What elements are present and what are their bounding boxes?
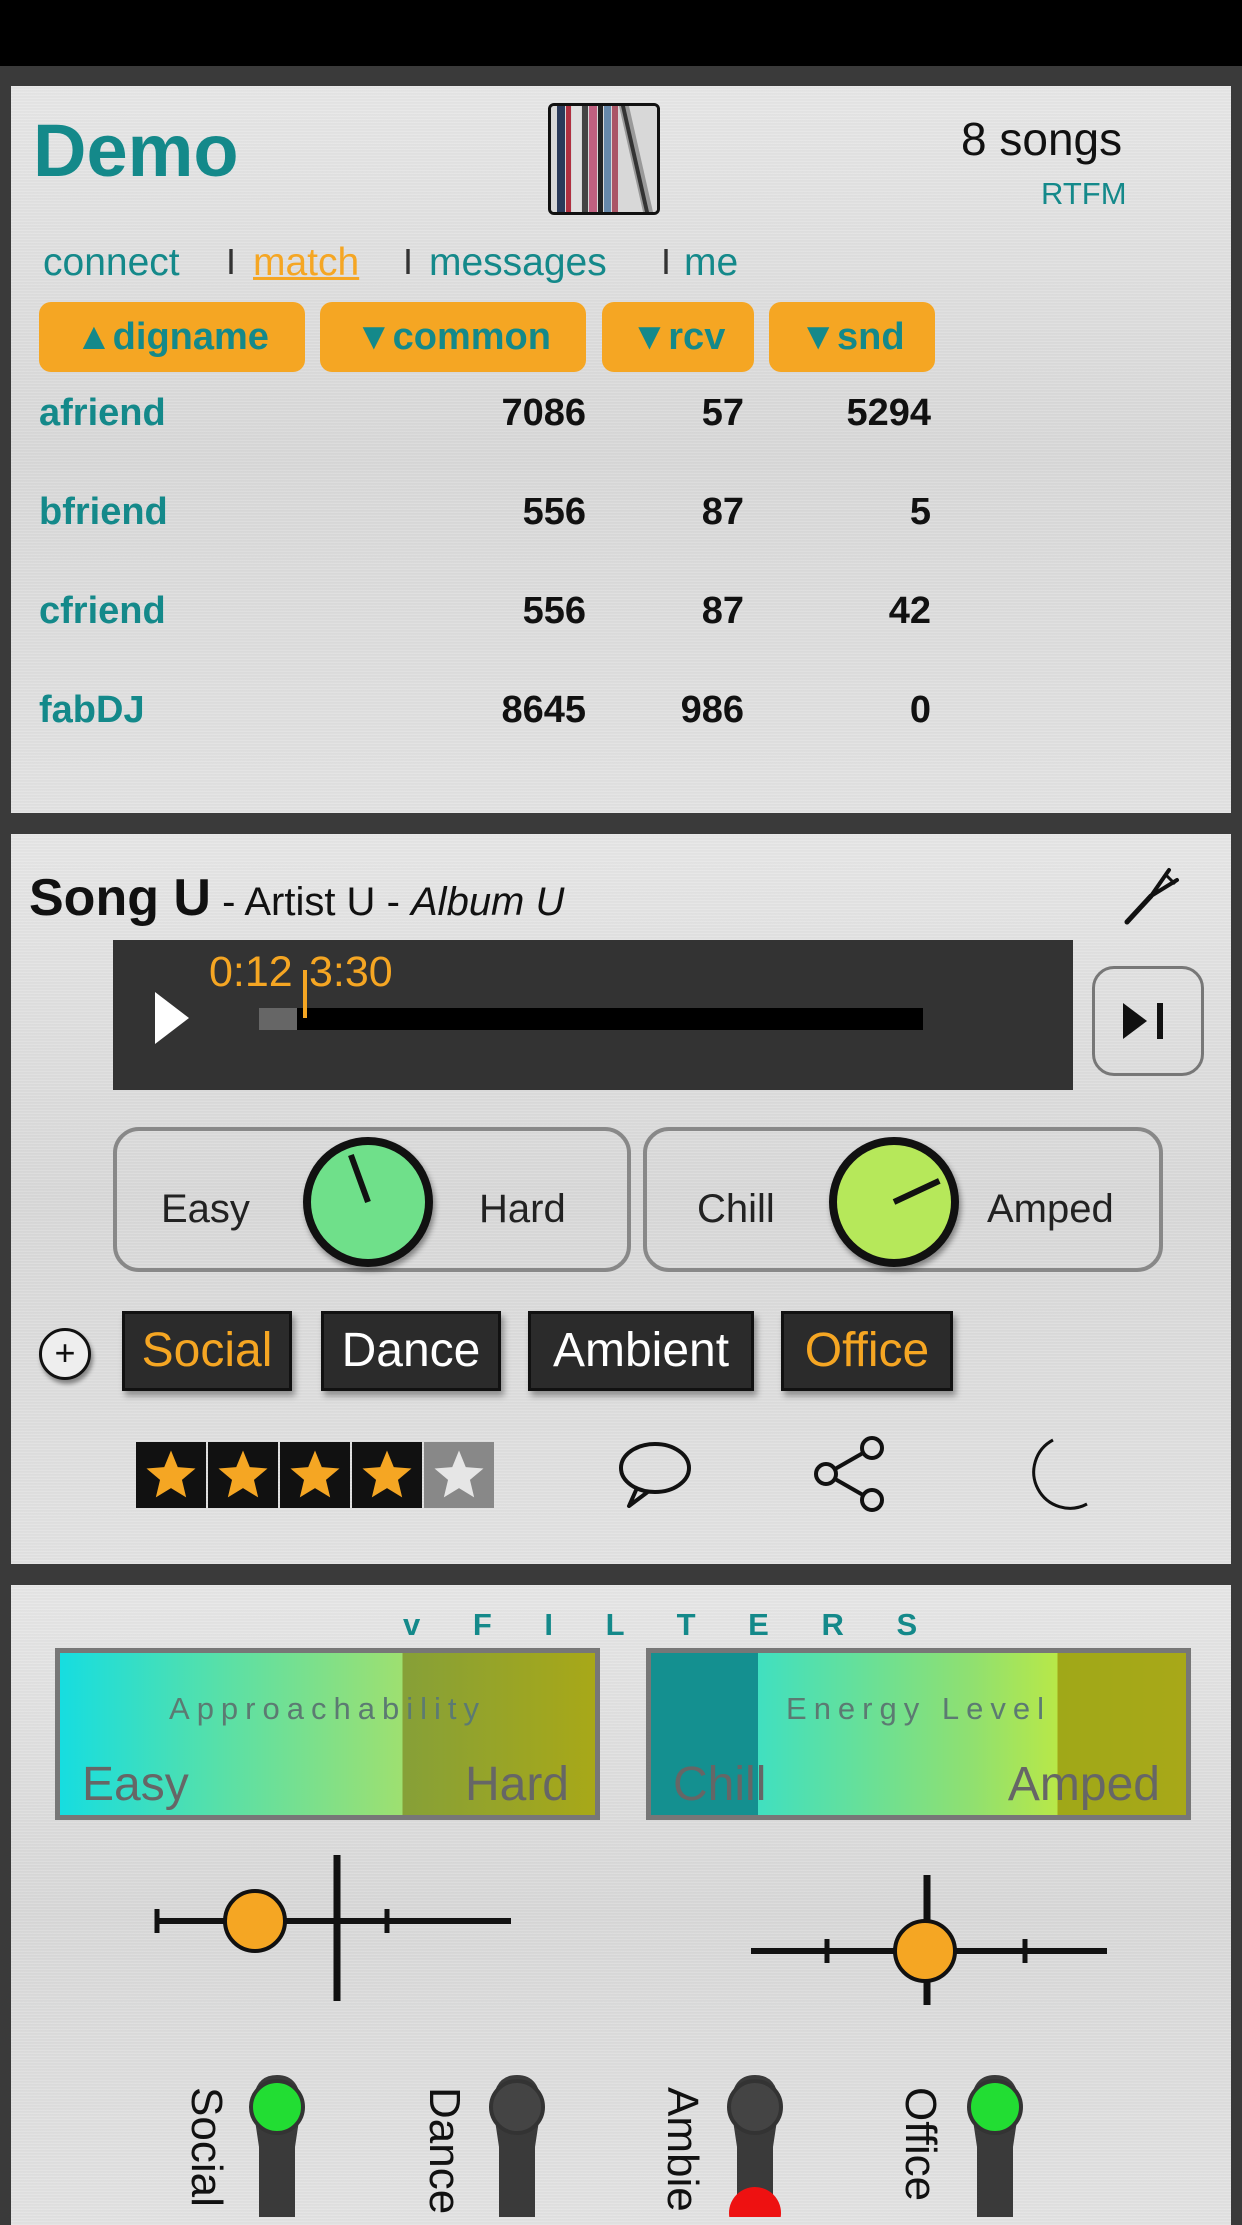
nav-connect[interactable]: connect [43, 241, 180, 285]
tag-dance[interactable]: Dance [321, 1311, 501, 1391]
add-tag-button[interactable]: + [39, 1328, 91, 1380]
nav-match[interactable]: match [253, 241, 359, 285]
filter-high-label: Hard [464, 1758, 569, 1811]
knob-high-label: Amped [987, 1187, 1114, 1231]
filters-title: v F I L T E R S [403, 1607, 940, 1642]
row-rcv: 87 [701, 590, 744, 632]
match-table: afriend 7086 57 5294 bfriend 556 87 5 cf… [11, 386, 1231, 786]
nav-messages[interactable]: messages [429, 241, 607, 285]
row-snd: 5 [909, 491, 931, 533]
elapsed-time: 0:12 [209, 948, 293, 996]
toggle-label: Dance [420, 2087, 469, 2215]
sort-common-button[interactable]: ▼common [320, 302, 586, 372]
filters-panel: v F I L T E R S Approachability Easy Har… [11, 1585, 1231, 2225]
approachability-filter-range[interactable]: Approachability Easy Hard [55, 1648, 600, 1820]
star-filled-icon[interactable] [352, 1442, 422, 1508]
row-name: afriend [39, 392, 166, 434]
moon-icon[interactable] [1009, 1434, 1095, 1514]
row-name: bfriend [39, 491, 168, 533]
row-rcv: 57 [701, 392, 744, 434]
next-track-button[interactable] [1092, 966, 1204, 1076]
sort-rcv-button[interactable]: ▼rcv [602, 302, 754, 372]
energy-filter-range[interactable]: Energy Level Chill Amped [646, 1648, 1191, 1820]
nav-separator: I [226, 241, 237, 282]
row-snd: 0 [909, 689, 931, 731]
songs-count: 8 songs [961, 113, 1123, 165]
play-icon[interactable] [151, 990, 191, 1051]
nav-separator: I [403, 241, 414, 282]
filter-low-label: Chill [673, 1758, 767, 1811]
energy-slider[interactable] [741, 1855, 1121, 2010]
approachability-knob[interactable] [303, 1137, 433, 1267]
separator: - [375, 880, 411, 924]
star-filled-icon[interactable] [208, 1442, 278, 1508]
skip-next-icon [1123, 1003, 1163, 1039]
star-filled-icon[interactable] [136, 1442, 206, 1508]
row-common: 7086 [501, 392, 586, 434]
knob-low-label: Easy [161, 1187, 250, 1231]
energy-knob-panel: Chill Amped [643, 1127, 1163, 1272]
tag-ambient[interactable]: Ambient [528, 1311, 754, 1391]
album-stack-icon[interactable] [548, 103, 660, 215]
song-title: Song U [29, 869, 211, 927]
row-common: 556 [522, 491, 586, 533]
star-rating[interactable] [136, 1442, 496, 1508]
tag-social[interactable]: Social [122, 1311, 292, 1391]
row-common: 556 [522, 590, 586, 632]
tag-office[interactable]: Office [781, 1311, 953, 1391]
rtfm-link[interactable]: RTFM [1041, 176, 1127, 212]
row-rcv: 986 [680, 689, 744, 731]
approachability-slider[interactable] [141, 1855, 521, 2010]
table-row[interactable]: fabDJ 8645 986 0 [11, 683, 971, 743]
match-panel: Demo 8 songs RTFM connect I match I mess… [11, 86, 1231, 813]
separator: - [210, 880, 245, 924]
filter-high-label: Amped [1007, 1758, 1160, 1811]
toggle-label: Office [896, 2087, 945, 2202]
sort-snd-button[interactable]: ▼snd [769, 302, 935, 372]
audio-player: 0:12 3:30 [113, 940, 1073, 1090]
share-icon[interactable] [808, 1434, 894, 1514]
filter-low-label: Easy [82, 1758, 189, 1811]
seek-cursor[interactable] [303, 970, 307, 1018]
energy-knob[interactable] [829, 1137, 959, 1267]
song-artist: Artist U [244, 880, 376, 924]
now-playing-panel: Song U - Artist U - Album U 0:12 3:30 Ea… [11, 834, 1231, 1564]
nav-me[interactable]: me [684, 241, 738, 285]
star-empty-icon[interactable] [424, 1442, 494, 1508]
dance-toggle[interactable] [477, 2067, 557, 2222]
toggle-label: Ambie [658, 2087, 707, 2212]
knob-high-label: Hard [479, 1187, 566, 1231]
row-snd: 5294 [846, 392, 931, 434]
row-name: cfriend [39, 590, 166, 632]
seek-progress [259, 1008, 297, 1030]
nav-separator: I [661, 241, 672, 282]
status-bar [0, 0, 1242, 66]
row-snd: 42 [888, 590, 931, 632]
table-row[interactable]: bfriend 556 87 5 [11, 485, 971, 545]
ambient-toggle[interactable] [715, 2067, 795, 2225]
approachability-knob-panel: Easy Hard [113, 1127, 631, 1272]
app-title: Demo [33, 109, 239, 192]
row-rcv: 87 [701, 491, 744, 533]
row-name: fabDJ [39, 689, 145, 731]
filters-toggle[interactable]: v F I L T E R S [403, 1607, 939, 1643]
knob-low-label: Chill [697, 1187, 775, 1231]
office-toggle[interactable] [955, 2067, 1035, 2222]
song-info: Song U - Artist U - Album U [29, 868, 564, 928]
social-toggle[interactable] [237, 2067, 317, 2222]
song-album: Album U [411, 880, 565, 924]
filter-title: Approachability [169, 1691, 486, 1726]
comment-icon[interactable] [611, 1434, 697, 1514]
tuning-fork-icon[interactable] [1121, 864, 1185, 928]
sort-digname-button[interactable]: ▲digname [39, 302, 305, 372]
row-common: 8645 [501, 689, 586, 731]
table-row[interactable]: cfriend 556 87 42 [11, 584, 971, 644]
star-filled-icon[interactable] [280, 1442, 350, 1508]
filter-title: Energy Level [786, 1691, 1051, 1726]
toggle-label: Social [182, 2087, 231, 2207]
table-row[interactable]: afriend 7086 57 5294 [11, 386, 971, 446]
total-duration: 3:30 [309, 948, 393, 996]
seek-track[interactable] [259, 1008, 923, 1030]
